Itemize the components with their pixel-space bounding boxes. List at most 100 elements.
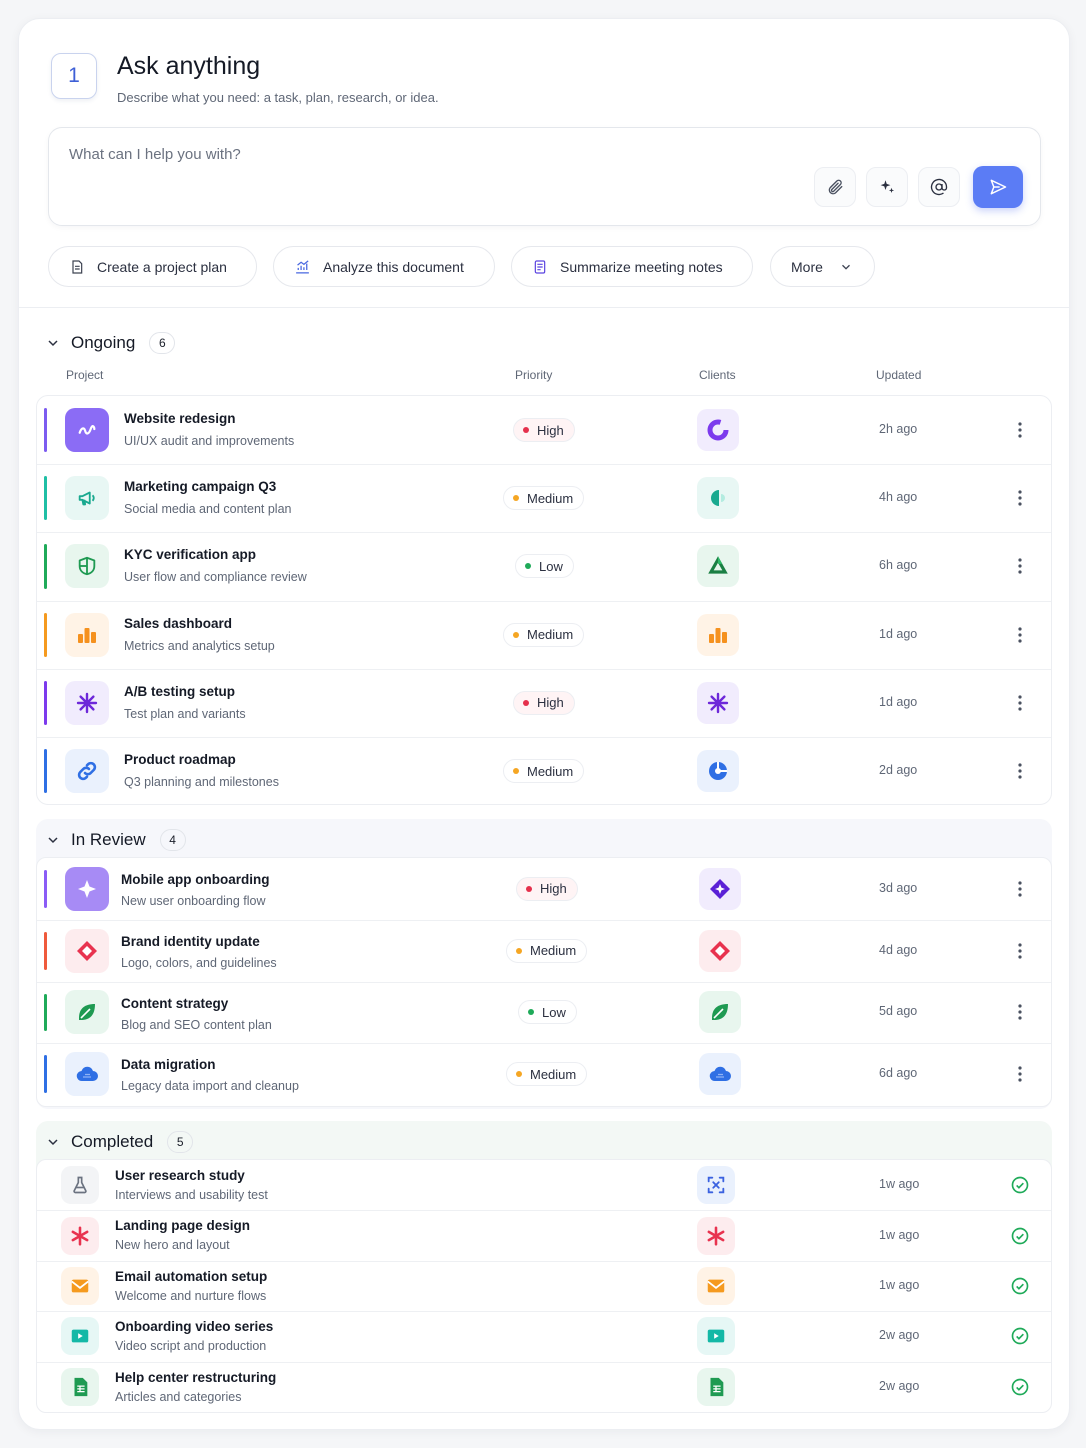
project-description: UI/UX audit and improvements xyxy=(124,434,295,448)
chip-summarize-meeting-notes[interactable]: Summarize meeting notes xyxy=(511,246,753,287)
project-row-a-b-testing-setup[interactable]: A/B testing setup Test plan and variants H… xyxy=(37,669,1051,737)
client-logo[interactable] xyxy=(699,1053,741,1096)
shield-icon xyxy=(78,557,96,576)
project-row-mobile-app-onboarding[interactable]: Mobile app onboarding New user onboarding… xyxy=(37,858,1051,920)
project-row-sales-dashboard[interactable]: Sales dashboard Metrics and analytics set… xyxy=(37,601,1051,669)
project-icon xyxy=(65,1052,109,1097)
row-menu-button[interactable] xyxy=(1012,761,1028,781)
priority-dot xyxy=(513,495,519,502)
client-logo[interactable] xyxy=(697,681,739,724)
attach-button[interactable] xyxy=(814,167,856,207)
project-name: Landing page design xyxy=(115,1218,251,1234)
row-menu-button[interactable] xyxy=(1012,625,1028,645)
client-logo[interactable] xyxy=(697,1266,735,1305)
updated-time: 2w ago xyxy=(879,1378,920,1393)
project-row-kyc-verification-app[interactable]: KYC verification app User flow and compli… xyxy=(37,532,1051,600)
mention-button[interactable] xyxy=(918,167,960,207)
row-menu-button[interactable] xyxy=(1012,879,1028,899)
prompt-input[interactable] xyxy=(69,146,669,163)
priority-label: Low xyxy=(539,558,563,574)
client-logo[interactable] xyxy=(697,477,739,520)
project-row-brand-identity-update[interactable]: Brand identity update Logo, colors, and g… xyxy=(37,920,1051,982)
wave-icon xyxy=(78,425,96,435)
check-circle-icon xyxy=(1011,1176,1029,1194)
status-accent-bar xyxy=(44,1055,47,1094)
project-row-onboarding-video-series[interactable]: Onboarding video series Video script and … xyxy=(37,1311,1051,1361)
project-row-website-redesign[interactable]: Website redesign UI/UX audit and improvem… xyxy=(37,396,1051,464)
status-accent-bar xyxy=(44,476,47,521)
completed-status xyxy=(1010,1175,1030,1195)
column-header-updated: Updated xyxy=(876,368,922,382)
project-name: Onboarding video series xyxy=(115,1319,274,1335)
row-menu-button[interactable] xyxy=(1012,1002,1028,1022)
project-icon xyxy=(61,1216,99,1255)
more-vertical-icon xyxy=(1018,1066,1022,1082)
ai-sparkle-button[interactable] xyxy=(866,167,908,207)
project-icon xyxy=(65,990,109,1035)
row-menu-button[interactable] xyxy=(1012,693,1028,713)
priority-dot xyxy=(516,1071,522,1078)
project-name: User research study xyxy=(115,1168,245,1183)
project-icon xyxy=(65,866,109,911)
chip-more[interactable]: More xyxy=(770,246,875,287)
project-description: Test plan and variants xyxy=(124,706,246,721)
section-review-header[interactable]: In Review 4 xyxy=(45,829,186,851)
row-menu-button[interactable] xyxy=(1012,488,1028,508)
project-row-landing-page-design[interactable]: Landing page design New hero and layout 1w… xyxy=(37,1210,1051,1260)
chip-analyze-document[interactable]: Analyze this document xyxy=(273,246,495,287)
project-name: A/B testing setup xyxy=(124,683,236,699)
project-row-content-strategy[interactable]: Content strategy Blog and SEO content pla… xyxy=(37,982,1051,1044)
prompt-box xyxy=(48,127,1041,226)
project-row-data-migration[interactable]: Data migration Legacy data import and cle… xyxy=(37,1043,1051,1105)
updated-time: 2w ago xyxy=(879,1328,920,1343)
row-menu-button[interactable] xyxy=(1012,556,1028,576)
notes-icon xyxy=(534,259,546,274)
half-circle-logo-icon xyxy=(711,490,725,507)
leaf-icon xyxy=(79,1004,95,1021)
client-logo[interactable] xyxy=(699,929,741,972)
row-menu-button[interactable] xyxy=(1012,1064,1028,1084)
client-logo[interactable] xyxy=(697,750,739,793)
client-logo[interactable] xyxy=(697,1367,735,1406)
project-icon xyxy=(61,1166,99,1205)
updated-time: 1d ago xyxy=(879,694,918,709)
updated-time: 1d ago xyxy=(879,626,918,641)
project-name: Content strategy xyxy=(121,995,229,1011)
paperclip-icon xyxy=(828,179,843,195)
updated-time: 2d ago xyxy=(879,763,918,778)
client-logo[interactable] xyxy=(699,867,741,910)
more-vertical-icon xyxy=(1018,763,1022,779)
project-icon xyxy=(61,1266,99,1305)
updated-time: 2h ago xyxy=(879,422,918,437)
priority-dot xyxy=(525,563,531,570)
project-row-user-research-study[interactable]: User research study Interviews and usabil… xyxy=(37,1160,1051,1210)
completed-status xyxy=(1010,1226,1030,1246)
project-description: Legacy data import and cleanup xyxy=(121,1079,299,1094)
project-row-marketing-campaign-q3[interactable]: Marketing campaign Q3 Social media and co… xyxy=(37,464,1051,532)
client-logo[interactable] xyxy=(699,991,741,1034)
client-logo[interactable] xyxy=(697,409,739,452)
page-title: Ask anything xyxy=(117,52,261,80)
section-ongoing-header[interactable]: Ongoing 6 xyxy=(45,332,176,354)
chip-create-project-plan[interactable]: Create a project plan xyxy=(48,246,257,287)
priority-dot xyxy=(523,427,529,434)
completed-status xyxy=(1010,1276,1030,1296)
check-circle-icon xyxy=(1011,1227,1029,1244)
client-logo[interactable] xyxy=(697,1216,735,1255)
priority-dot xyxy=(528,1009,534,1016)
chip-label: More xyxy=(791,258,823,275)
client-logo[interactable] xyxy=(697,1166,735,1205)
send-button[interactable] xyxy=(973,166,1023,208)
client-logo[interactable] xyxy=(697,1317,735,1356)
check-circle-icon xyxy=(1011,1378,1029,1396)
section-count: 6 xyxy=(149,332,176,354)
client-logo[interactable] xyxy=(697,545,739,588)
project-row-product-roadmap[interactable]: Product roadmap Q3 planning and milestone… xyxy=(37,737,1051,805)
row-menu-button[interactable] xyxy=(1012,941,1028,961)
client-logo[interactable] xyxy=(697,613,739,656)
section-completed-header[interactable]: Completed 5 xyxy=(45,1131,194,1153)
project-row-help-center-restructuring[interactable]: Help center restructuring Articles and ca… xyxy=(37,1362,1051,1412)
updated-time: 1w ago xyxy=(879,1227,920,1242)
project-row-email-automation-setup[interactable]: Email automation setup Welcome and nurtur… xyxy=(37,1261,1051,1311)
row-menu-button[interactable] xyxy=(1012,420,1028,440)
